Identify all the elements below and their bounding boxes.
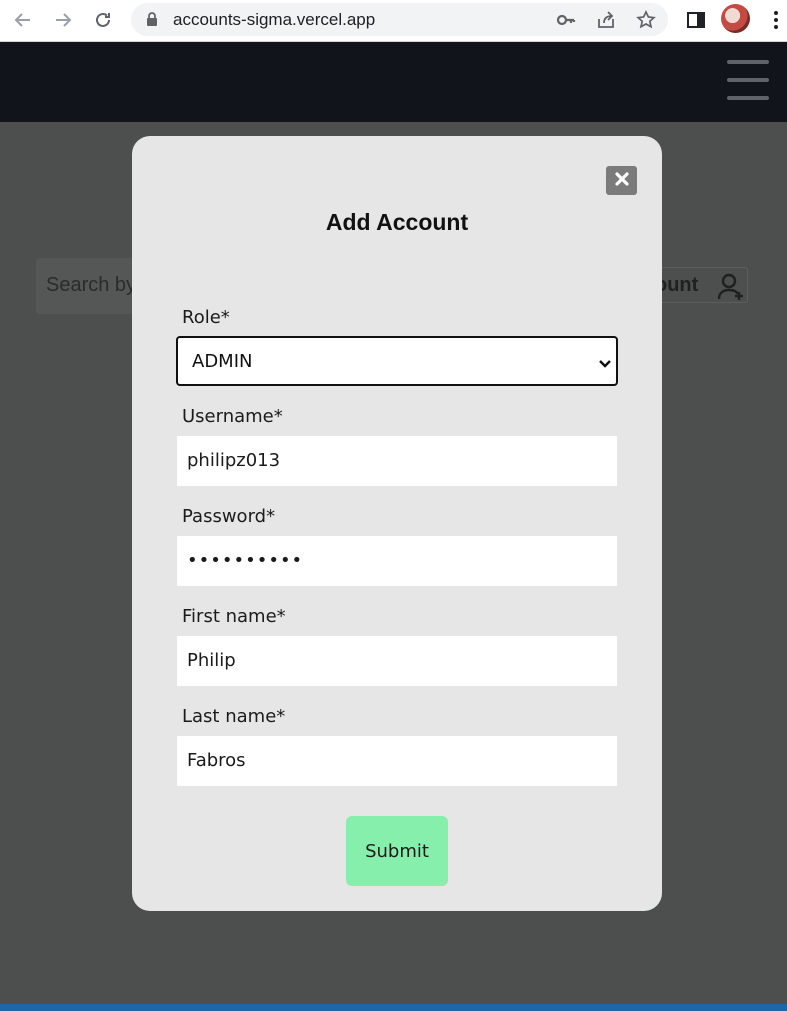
share-icon[interactable] <box>594 8 618 32</box>
back-arrow-icon[interactable] <box>10 7 36 33</box>
background-search-placeholder: Search by <box>46 274 137 296</box>
username-input[interactable]: philipz013 <box>177 436 617 486</box>
first-name-label: First name* <box>182 606 286 627</box>
close-button[interactable] <box>606 166 637 195</box>
address-bar[interactable]: accounts-sigma.vercel.app <box>131 3 668 36</box>
key-icon[interactable] <box>554 8 578 32</box>
taskbar <box>0 1004 787 1011</box>
role-select[interactable]: ADMIN <box>176 336 618 386</box>
reload-icon[interactable] <box>90 7 116 33</box>
username-label: Username* <box>182 406 283 427</box>
hamburger-menu-icon[interactable] <box>727 60 769 104</box>
side-panel-icon[interactable] <box>683 7 709 33</box>
role-select-value: ADMIN <box>192 351 253 372</box>
chevron-down-icon <box>598 354 612 373</box>
add-user-icon <box>717 272 745 306</box>
last-name-input[interactable]: Fabros <box>177 736 617 786</box>
add-account-modal: Add Account Role* ADMIN Username* philip… <box>132 136 662 911</box>
password-label: Password* <box>182 506 276 527</box>
app-header <box>0 42 787 122</box>
last-name-label: Last name* <box>182 706 286 727</box>
menu-kebab-icon[interactable] <box>763 7 787 33</box>
profile-avatar[interactable] <box>721 4 750 33</box>
close-icon <box>614 171 630 191</box>
password-input[interactable]: •••••••••• <box>177 536 617 586</box>
url-text: accounts-sigma.vercel.app <box>173 10 376 29</box>
submit-button[interactable]: Submit <box>346 816 448 886</box>
browser-toolbar: accounts-sigma.vercel.app <box>0 0 787 42</box>
forward-arrow-icon[interactable] <box>50 7 76 33</box>
star-icon[interactable] <box>634 8 658 32</box>
first-name-input[interactable]: Philip <box>177 636 617 686</box>
lock-icon <box>145 11 159 31</box>
modal-title: Add Account <box>325 209 469 235</box>
role-label: Role* <box>182 307 230 328</box>
